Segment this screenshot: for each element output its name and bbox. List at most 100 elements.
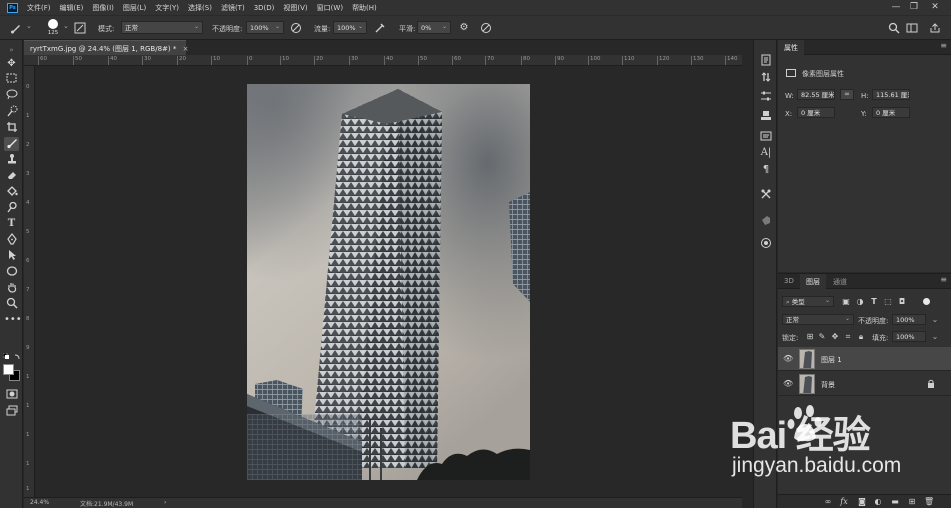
workspace-icon[interactable] [906, 22, 918, 34]
lock-image-pixels-icon[interactable]: ✎ [817, 332, 827, 341]
hand-tool-icon[interactable] [4, 281, 19, 295]
filter-pixel-icon[interactable]: ▣ [841, 297, 851, 306]
info-panel-icon[interactable] [759, 71, 773, 85]
visibility-eye-icon[interactable]: 👁︎ [783, 354, 793, 364]
lock-position-icon[interactable]: ✥ [830, 332, 840, 341]
chevron-down-icon[interactable]: ⌄ [930, 315, 940, 324]
blend-mode-select[interactable]: 正常 ⌄ [782, 314, 854, 325]
airbrush-icon[interactable] [374, 22, 386, 34]
brush-picker-caret-icon[interactable]: ⌄ [63, 22, 69, 30]
lock-all-icon[interactable]: 🔒︎ [856, 332, 866, 342]
new-adjustment-layer-icon[interactable]: ◐ [873, 497, 883, 506]
tab-channels[interactable]: 通道 [827, 274, 853, 289]
close-tab-icon[interactable]: × [183, 45, 189, 53]
restore-button[interactable]: ❐ [907, 1, 921, 13]
chevron-down-icon[interactable]: ⌄ [930, 332, 940, 341]
lasso-tool-icon[interactable] [4, 89, 19, 103]
x-input[interactable]: 0 厘米 [797, 107, 835, 118]
delete-layer-icon[interactable]: 🗑︎ [924, 497, 934, 506]
smoothing-input[interactable]: 0% ⌄ [417, 21, 451, 34]
foreground-color-swatch[interactable] [3, 364, 14, 375]
3d-panel-icon[interactable] [759, 214, 773, 228]
ellipse-tool-icon[interactable] [4, 265, 19, 279]
pressure-size-icon[interactable] [480, 22, 492, 34]
layer-opacity-input[interactable]: 100% [892, 314, 926, 325]
lock-transparent-pixels-icon[interactable]: ⊞ [805, 332, 815, 341]
filter-toggle-icon[interactable] [923, 298, 930, 305]
menu-layer[interactable]: 图层(L) [123, 3, 146, 13]
panel-menu-icon[interactable]: ≡ [940, 275, 947, 284]
clone-stamp-tool-icon[interactable] [4, 153, 19, 167]
layer-row[interactable]: 👁︎ 背景 [778, 372, 951, 396]
brush-preset-picker[interactable]: 125 [45, 19, 61, 36]
color-swatches[interactable] [3, 364, 20, 381]
menu-help[interactable]: 帮助(H) [352, 3, 377, 13]
adjustments-icon[interactable] [759, 90, 773, 104]
layer-name[interactable]: 图层 1 [821, 355, 842, 365]
move-tool-icon[interactable]: ✥ [4, 57, 19, 71]
paint-bucket-tool-icon[interactable] [4, 185, 19, 199]
link-layers-icon[interactable]: ∞ [823, 497, 833, 506]
brush-tool-icon[interactable] [10, 22, 22, 34]
filter-smart-object-icon[interactable]: ◘ [897, 297, 907, 306]
search-icon[interactable] [888, 22, 900, 34]
document-tab[interactable]: ryrtTxmG.jpg @ 24.4% (图层 1, RGB/8#) * × [24, 40, 189, 55]
add-mask-icon[interactable]: ◙ [857, 497, 867, 506]
filter-shape-icon[interactable]: ⬚ [883, 297, 893, 306]
lock-artboard-icon[interactable]: ⌗ [843, 332, 853, 342]
fill-input[interactable]: 100% [892, 331, 926, 342]
default-colors-icon[interactable] [2, 352, 21, 361]
document-canvas-image[interactable] [247, 84, 530, 480]
minimize-button[interactable]: — [889, 1, 903, 13]
zoom-level[interactable]: 24.4% [30, 499, 49, 506]
menu-filter[interactable]: 滤镜(T) [221, 3, 245, 13]
layer-row[interactable]: 👁︎ 图层 1 [778, 347, 951, 371]
panel-menu-icon[interactable]: ≡ [940, 41, 947, 50]
menu-type[interactable]: 文字(Y) [155, 3, 179, 13]
tool-preset-caret-icon[interactable]: ⌄ [26, 22, 32, 30]
brush-settings-panel-icon[interactable] [74, 22, 86, 34]
marquee-tool-icon[interactable] [4, 73, 19, 87]
add-layer-style-icon[interactable]: fx [839, 497, 849, 506]
toolbar-collapse-icon[interactable]: » [4, 43, 19, 57]
gear-icon[interactable]: ⚙ [458, 22, 470, 34]
character-panel-icon[interactable]: A| [759, 146, 773, 160]
menu-3d[interactable]: 3D(D) [254, 4, 275, 12]
pen-tool-icon[interactable] [4, 233, 19, 247]
path-selection-tool-icon[interactable] [4, 249, 19, 263]
quick-selection-tool-icon[interactable] [4, 105, 19, 119]
type-tool-icon[interactable]: T [4, 217, 19, 231]
pressure-opacity-icon[interactable] [290, 22, 302, 34]
filter-adjustment-icon[interactable]: ◑ [855, 297, 865, 306]
screen-mode-icon[interactable] [4, 405, 19, 419]
menu-select[interactable]: 选择(S) [188, 3, 212, 13]
zoom-tool-icon[interactable] [4, 297, 19, 311]
width-input[interactable]: 82.55 厘米 [797, 89, 835, 100]
stamp-panel-icon[interactable] [759, 110, 773, 124]
layer-kind-filter[interactable]: ⌕ 类型 ⌄ [782, 296, 834, 307]
visibility-eye-icon[interactable]: 👁︎ [783, 379, 793, 389]
tab-properties[interactable]: 属性 [778, 40, 804, 55]
new-layer-icon[interactable]: ⊞ [907, 497, 917, 506]
new-group-icon[interactable]: ▬ [890, 497, 900, 506]
height-input[interactable]: 115.61 厘米 [872, 89, 910, 100]
status-menu-arrow[interactable]: › [164, 499, 166, 506]
tab-3d[interactable]: 3D [778, 274, 800, 289]
eraser-tool-icon[interactable] [4, 169, 19, 183]
libraries-icon[interactable] [759, 237, 773, 251]
crop-tool-icon[interactable] [4, 121, 19, 135]
menu-image[interactable]: 图像(I) [92, 3, 114, 13]
dodge-tool-icon[interactable] [4, 201, 19, 215]
link-icon[interactable]: ∞ [840, 89, 854, 100]
quick-mask-icon[interactable] [4, 389, 19, 403]
y-input[interactable]: 0 厘米 [872, 107, 910, 118]
tab-layers[interactable]: 图层 [800, 274, 826, 289]
more-tools-icon[interactable]: ••• [4, 313, 22, 327]
menu-window[interactable]: 窗口(W) [317, 3, 343, 13]
opacity-input[interactable]: 100% ⌄ [246, 21, 284, 34]
history-panel-icon[interactable] [759, 54, 773, 68]
brush-tool-icon[interactable] [4, 137, 19, 151]
close-window-button[interactable]: ✕ [928, 1, 942, 13]
flow-input[interactable]: 100% ⌄ [333, 21, 367, 34]
filter-type-icon[interactable]: T [869, 297, 879, 306]
